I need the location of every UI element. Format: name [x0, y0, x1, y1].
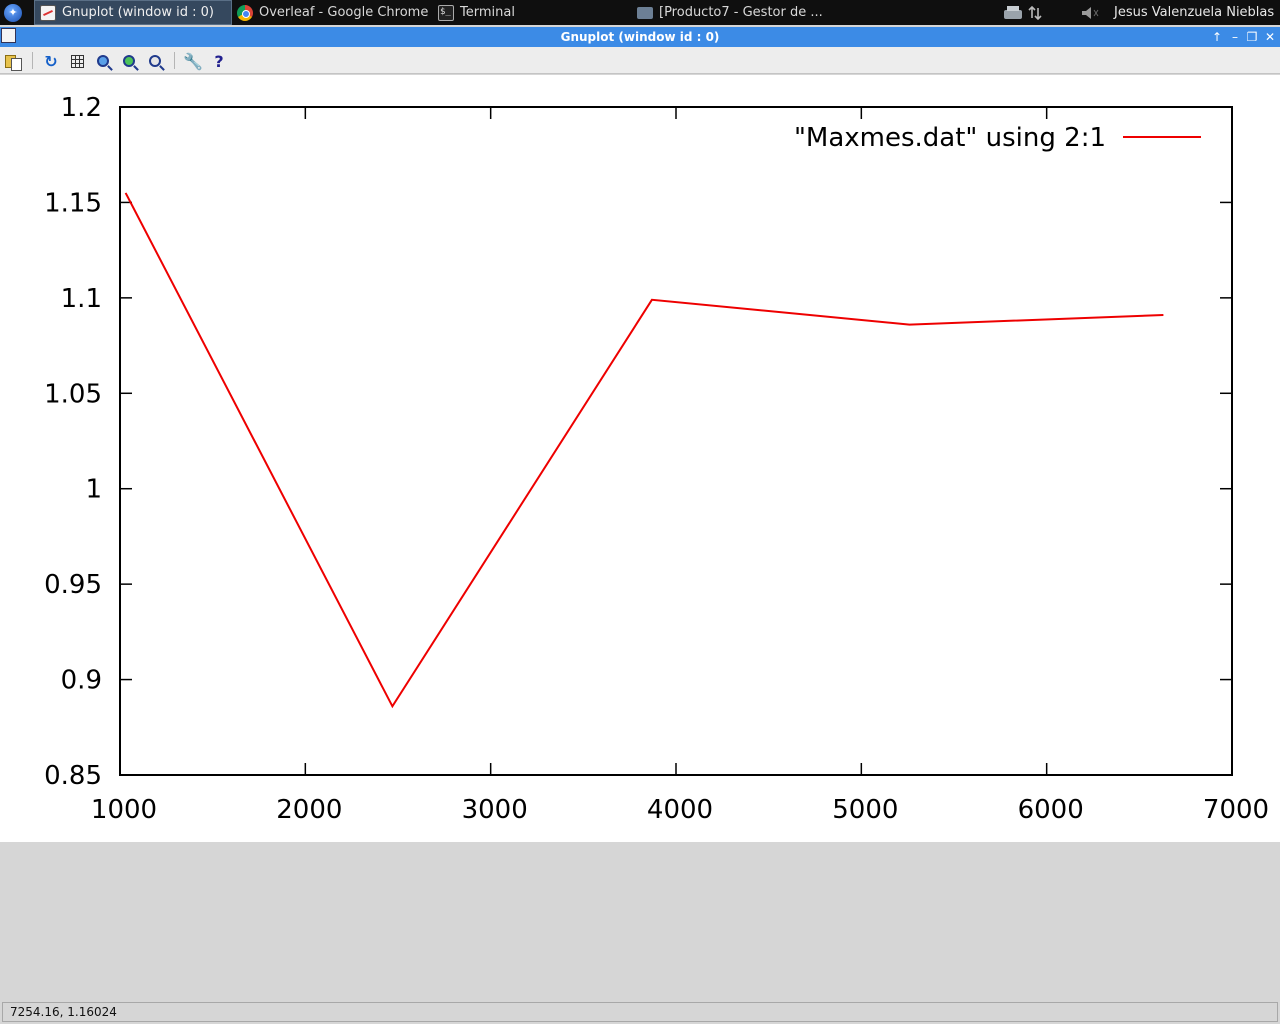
zoom-previous-button[interactable]: [94, 52, 112, 70]
taskbar-item-file-manager[interactable]: [Producto7 - Gestor de ...: [637, 0, 823, 25]
taskbar-item-chrome[interactable]: Overleaf - Google Chrome: [237, 0, 428, 25]
minimize-button[interactable]: –: [1227, 27, 1243, 47]
taskbar: ✦ Gnuplot (window id : 0) Overleaf - Goo…: [0, 0, 1280, 25]
y-tick-label: 0.9: [61, 666, 102, 696]
y-axis: 0.85 0.9 0.95 1 1.05 1.1 1.15 1.2: [44, 93, 1232, 791]
window-titlebar[interactable]: Gnuplot (window id : 0) ↑ – ❐ ✕: [0, 27, 1280, 47]
y-tick-label: 0.85: [44, 761, 102, 791]
plot-frame: [119, 106, 1233, 776]
app-menu-button[interactable]: ✦: [0, 0, 26, 25]
y-tick-label: 1: [85, 475, 102, 505]
close-button[interactable]: ✕: [1262, 27, 1278, 47]
taskbar-item-label: Terminal: [460, 5, 515, 20]
replot-button[interactable]: ↻: [42, 51, 60, 71]
series-line: [124, 192, 1164, 709]
settings-button[interactable]: 🔧: [183, 51, 203, 71]
zoom-prev-icon: [97, 55, 109, 67]
legend: "Maxmes.dat" using 2:1: [794, 123, 1201, 153]
shade-button[interactable]: ↑: [1209, 27, 1225, 47]
network-tray[interactable]: [1003, 0, 1047, 25]
maximize-button[interactable]: ❐: [1244, 27, 1260, 47]
y-tick-label: 1.2: [61, 93, 102, 123]
cursor-coordinates: 7254.16, 1.16024: [10, 1005, 117, 1019]
taskbar-item-label: Overleaf - Google Chrome: [259, 5, 429, 20]
legend-label: "Maxmes.dat" using 2:1: [794, 123, 1106, 153]
series-group: [124, 192, 1164, 709]
taskbar-item-label: Gnuplot (window id : 0): [62, 5, 214, 20]
toggle-grid-button[interactable]: [68, 52, 86, 70]
help-button[interactable]: ?: [210, 51, 228, 71]
network-icon: [1004, 5, 1042, 20]
folder-icon: [637, 6, 653, 19]
y-tick-label: 0.95: [44, 570, 102, 600]
terminal-icon: $_: [438, 4, 454, 21]
x-tick-label: 3000: [462, 795, 528, 825]
y-tick-label: 1.15: [44, 188, 102, 218]
settings-icon: 🔧: [183, 51, 203, 71]
unzoom-icon: [149, 55, 161, 67]
taskbar-item-label: [Producto7 - Gestor de ...: [659, 5, 823, 20]
y-tick-label: 1.05: [44, 379, 102, 409]
x-tick-label: 4000: [647, 795, 713, 825]
toolbar-separator: [32, 52, 33, 69]
x-tick-label: 6000: [1018, 795, 1084, 825]
zoom-next-button[interactable]: [120, 52, 138, 70]
window-title: Gnuplot (window id : 0): [560, 30, 720, 44]
replot-icon: ↻: [44, 51, 58, 71]
status-bar: 7254.16, 1.16024: [2, 1002, 1278, 1022]
gnuplot-icon: [40, 4, 56, 21]
x-tick-label: 2000: [276, 795, 342, 825]
toolbar-separator: [174, 52, 175, 69]
unzoom-button[interactable]: [146, 52, 164, 70]
volume-tray[interactable]: [1080, 0, 1102, 25]
x-tick-label: 1000: [91, 795, 157, 825]
user-name[interactable]: Jesus Valenzuela Nieblas: [1114, 0, 1274, 25]
plot-canvas[interactable]: 0.85 0.9 0.95 1 1.05 1.1 1.15 1.2 1000 2000 3000 4…: [0, 75, 1280, 842]
toolbar: ↻ 🔧 ?: [0, 47, 1280, 74]
x-tick-label: 5000: [832, 795, 898, 825]
zoom-next-icon: [123, 55, 135, 67]
taskbar-item-terminal[interactable]: $_ Terminal: [438, 0, 515, 25]
help-icon: ?: [214, 51, 224, 71]
y-tick-label: 1.1: [61, 284, 102, 314]
line-chart[interactable]: 0.85 0.9 0.95 1 1.05 1.1 1.15 1.2 1000 2000 3000 4…: [0, 75, 1280, 842]
grid-icon: [70, 54, 84, 68]
app-menu-icon: ✦: [4, 3, 22, 22]
x-tick-label: 7000: [1203, 795, 1269, 825]
chrome-icon: [237, 4, 253, 21]
volume-icon: [1082, 6, 1099, 19]
taskbar-item-gnuplot[interactable]: Gnuplot (window id : 0): [34, 0, 232, 25]
copy-to-clipboard-button[interactable]: [4, 52, 22, 71]
